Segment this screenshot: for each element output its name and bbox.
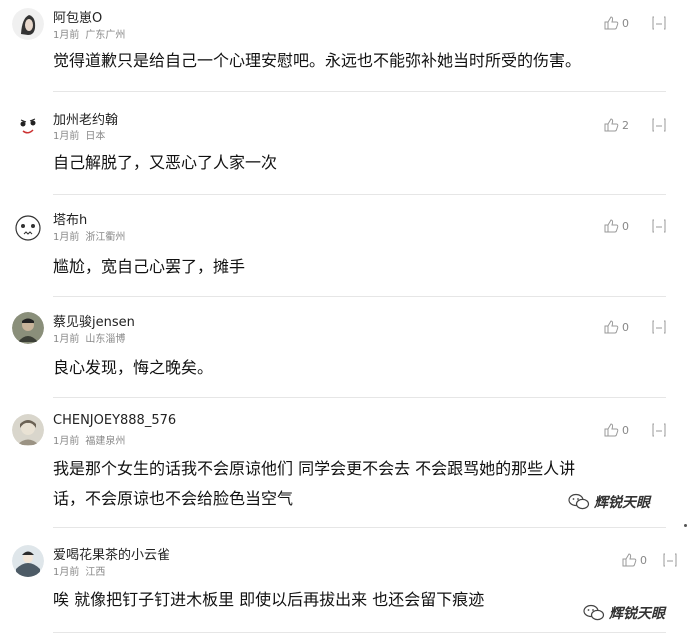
thumbs-up-icon: [604, 423, 619, 437]
username[interactable]: 加州老约翰: [53, 109, 118, 128]
avatar[interactable]: [12, 111, 44, 143]
username[interactable]: CHENJOEY888_576: [53, 413, 176, 428]
comment-text: 自己解脱了，又恶心了人家一次: [53, 153, 278, 172]
avatar[interactable]: [12, 211, 44, 243]
comment-text-line: 我是那个女生的话我不会原谅他们 同学会更不会去 不会跟骂她的那些人讲: [53, 459, 576, 478]
reply-button[interactable]: [651, 422, 667, 438]
like-count: 0: [622, 16, 629, 30]
comment-meta: 1月前 江西: [53, 563, 111, 578]
reply-button[interactable]: [651, 218, 667, 234]
comment-text: 觉得道歉只是给自己一个心理安慰吧。永远也不能弥补她当时所受的伤害。: [53, 51, 582, 70]
username[interactable]: 蔡见骏jensen: [53, 311, 135, 330]
like-count: 0: [622, 423, 629, 437]
watermark: 辉锐天眼: [583, 603, 665, 623]
comment-meta: 1月前 福建泉州: [53, 432, 131, 447]
like-count: 0: [640, 553, 647, 567]
reply-icon: [652, 16, 666, 30]
like-button[interactable]: 2: [603, 117, 629, 133]
like-button[interactable]: 0: [621, 552, 647, 568]
comment-time: 1月前: [53, 567, 80, 578]
reply-icon: [663, 553, 677, 567]
comment-time: 1月前: [53, 232, 80, 243]
reply-button[interactable]: [662, 552, 678, 568]
username[interactable]: 阿包崽O: [53, 7, 102, 26]
reply-icon: [652, 423, 666, 437]
reply-button[interactable]: [651, 15, 667, 31]
comment-location: 日本: [85, 131, 106, 142]
comment-location: 江西: [85, 567, 106, 578]
comment-meta: 1月前 山东淄博: [53, 330, 131, 345]
avatar[interactable]: [12, 312, 44, 344]
divider: [53, 296, 666, 297]
thumbs-up-icon: [622, 553, 637, 567]
comment-text: 唉 就像把钉子钉进木板里 即使以后再拔出来 也还会留下痕迹: [53, 590, 485, 609]
watermark-text: 辉锐天眼: [609, 606, 665, 622]
divider: [53, 194, 666, 195]
divider: [53, 91, 666, 92]
comment-text: 良心发现，悔之晚矣。: [53, 358, 214, 377]
watermark-text: 辉锐天眼: [594, 495, 650, 511]
reply-button[interactable]: [651, 117, 667, 133]
reply-button[interactable]: [651, 319, 667, 335]
wechat-icon: [568, 493, 590, 510]
divider: [53, 632, 666, 633]
dot: [684, 524, 687, 527]
avatar[interactable]: [12, 414, 44, 446]
like-count: 2: [622, 118, 629, 132]
avatar[interactable]: [12, 545, 44, 577]
comment-meta: 1月前 浙江衢州: [53, 228, 131, 243]
comment-location: 浙江衢州: [85, 232, 126, 243]
avatar[interactable]: [12, 8, 44, 40]
thumbs-up-icon: [604, 219, 619, 233]
thumbs-up-icon: [604, 16, 619, 30]
comment-location: 福建泉州: [85, 436, 126, 447]
comment-time: 1月前: [53, 131, 80, 142]
comment-time: 1月前: [53, 436, 80, 447]
comment-meta: 1月前 广东广州: [53, 26, 131, 41]
like-button[interactable]: 0: [603, 422, 629, 438]
username[interactable]: 爱喝花果茶的小云雀: [53, 544, 170, 563]
watermark: 辉锐天眼: [568, 492, 650, 512]
like-count: 0: [622, 219, 629, 233]
like-count: 0: [622, 320, 629, 334]
reply-icon: [652, 320, 666, 334]
comment-location: 山东淄博: [85, 334, 126, 345]
divider: [53, 397, 666, 398]
divider: [53, 527, 666, 528]
comment-time: 1月前: [53, 30, 80, 41]
reply-icon: [652, 219, 666, 233]
comment-location: 广东广州: [85, 30, 126, 41]
like-button[interactable]: 0: [603, 319, 629, 335]
comment-time: 1月前: [53, 334, 80, 345]
like-button[interactable]: 0: [603, 15, 629, 31]
comment-text: 尴尬，宽自己心罢了，摊手: [53, 257, 246, 276]
like-button[interactable]: 0: [603, 218, 629, 234]
comment-meta: 1月前 日本: [53, 127, 111, 142]
thumbs-up-icon: [604, 320, 619, 334]
reply-icon: [652, 118, 666, 132]
thumbs-up-icon: [604, 118, 619, 132]
username[interactable]: 塔布h: [53, 209, 87, 228]
wechat-icon: [583, 604, 605, 621]
